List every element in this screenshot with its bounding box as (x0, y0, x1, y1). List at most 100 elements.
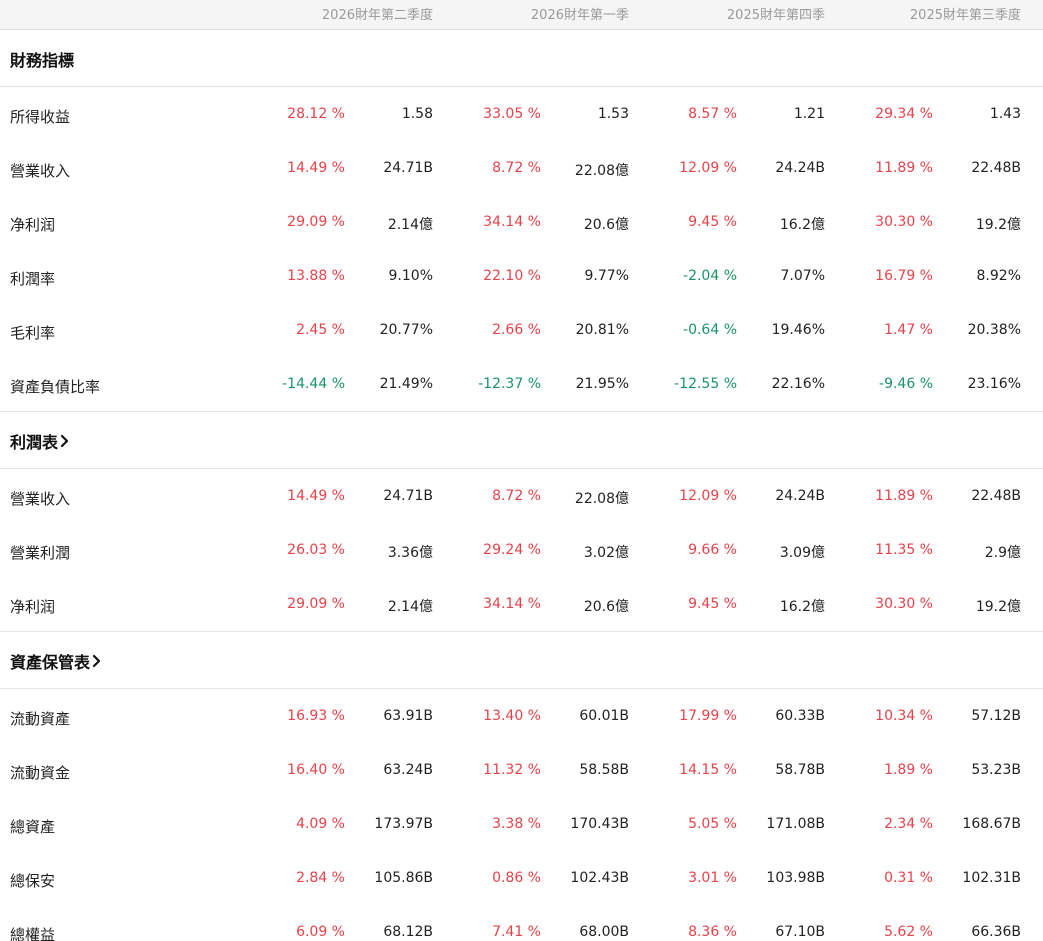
value-cell: 2.14億 (387, 599, 433, 615)
row-label: 總資產 (10, 818, 56, 836)
value-cell: 102.43B (570, 870, 629, 886)
value-cell: 20.77% (379, 322, 433, 338)
period-header-1: 2026財年第二季度 (321, 8, 433, 23)
section-title-2[interactable]: 利潤表 (10, 429, 71, 453)
value-cell: 60.33B (775, 708, 825, 724)
value-cell: 22.48B (971, 160, 1021, 176)
section-end-divider (0, 631, 1043, 632)
table-row: 總保安 2.84 % 105.86B 0.86 % 102.43B 3.01 % 103.9… (0, 867, 1043, 891)
value-cell: 24.71B (383, 160, 433, 176)
row-label: 總保安 (10, 872, 56, 890)
period-header-row: 2026財年第二季度 2026財年第一季 2025財年第四季 2025財年第三季度 (0, 0, 1043, 30)
value-cell: 1.43 (989, 106, 1021, 122)
value-cell: 22.16% (771, 376, 825, 392)
chevron-right-icon (60, 434, 69, 448)
value-cell: 19.46% (771, 322, 825, 338)
table-row: 營業收入 14.49 % 24.71B 8.72 % 22.08億 12.09 % 24.2… (0, 157, 1043, 181)
section-divider (0, 688, 1043, 689)
value-cell: 60.01B (579, 708, 629, 724)
row-label: 營業利潤 (10, 544, 71, 562)
value-cell: 171.08B (766, 816, 825, 832)
value-cell: 23.16% (967, 376, 1021, 392)
row-label: 净利润 (10, 216, 56, 234)
value-cell: 20.81% (575, 322, 629, 338)
section-divider (0, 468, 1043, 469)
value-cell: 68.12B (383, 924, 433, 940)
table-row: 營業利潤 26.03 % 3.36億 29.24 % 3.02億 9.66 % 3.09億 1… (0, 539, 1043, 563)
value-cell: 20.6億 (583, 599, 629, 615)
section-title-text: 資產保管表 (10, 653, 91, 672)
value-cell: 22.48B (971, 488, 1021, 504)
financial-statements-table: 2026財年第二季度 2026財年第一季 2025財年第四季 2025財年第三季度 財… (0, 0, 1043, 941)
row-label: 净利润 (10, 598, 56, 616)
value-cell: 24.24B (775, 488, 825, 504)
section-title-text: 利潤表 (10, 433, 59, 452)
section-title-text: 財務指標 (10, 51, 75, 70)
value-cell: 3.02億 (583, 545, 629, 561)
value-cell: 9.77% (584, 268, 629, 284)
value-cell: 103.98B (766, 870, 825, 886)
value-cell: 170.43B (570, 816, 629, 832)
value-cell: 168.67B (962, 816, 1021, 832)
section-title-3[interactable]: 資產保管表 (10, 649, 103, 673)
table-row: 毛利率 2.45 % 20.77% 2.66 % 20.81% -0.64 % 19.46%… (0, 319, 1043, 343)
period-header-2: 2026財年第一季 (530, 8, 629, 23)
row-label: 所得收益 (10, 108, 71, 126)
value-cell: 63.91B (383, 708, 433, 724)
table-row: 净利润 29.09 % 2.14億 34.14 % 20.6億 9.45 % 16.2億 30… (0, 211, 1043, 235)
value-cell: 53.23B (971, 762, 1021, 778)
section-end-divider (0, 411, 1043, 412)
value-cell: 3.36億 (387, 545, 433, 561)
table-row: 營業收入 14.49 % 24.71B 8.72 % 22.08億 12.09 % 24.2… (0, 485, 1043, 509)
value-cell: 8.92% (976, 268, 1021, 284)
section-title-1: 財務指標 (10, 47, 74, 71)
value-cell: 19.2億 (975, 217, 1021, 233)
row-label: 營業收入 (10, 490, 71, 508)
value-cell: 16.2億 (779, 599, 825, 615)
table-row: 資產負債比率 -14.44 % 21.49% -12.37 % 21.95% -12.55… (0, 373, 1043, 397)
value-cell: 20.6億 (583, 217, 629, 233)
section-divider (0, 86, 1043, 87)
value-cell: 19.2億 (975, 599, 1021, 615)
value-cell: 173.97B (374, 816, 433, 832)
value-cell: 9.10% (388, 268, 433, 284)
row-label: 毛利率 (10, 324, 56, 342)
value-cell: 21.49% (379, 376, 433, 392)
value-cell: 1.58 (401, 106, 433, 122)
table-row: 流動資產 16.93 % 63.91B 13.40 % 60.01B 17.99 % 60.… (0, 705, 1043, 729)
value-cell: 66.36B (971, 924, 1021, 940)
value-cell: 24.24B (775, 160, 825, 176)
value-cell: 102.31B (962, 870, 1021, 886)
row-label: 總權益 (10, 926, 56, 941)
value-cell: 2.14億 (387, 217, 433, 233)
row-label: 流動資金 (10, 764, 71, 782)
value-cell: 21.95% (575, 376, 629, 392)
value-cell: 3.09億 (779, 545, 825, 561)
value-cell: 1.21 (793, 106, 825, 122)
value-cell: 2.9億 (984, 545, 1021, 561)
value-cell: 22.08億 (574, 163, 629, 179)
value-cell: 16.2億 (779, 217, 825, 233)
value-cell: 57.12B (971, 708, 1021, 724)
value-cell: 24.71B (383, 488, 433, 504)
value-cell: 105.86B (374, 870, 433, 886)
value-cell: 20.38% (967, 322, 1021, 338)
row-label: 資產負債比率 (10, 378, 101, 396)
period-header-3: 2025財年第四季 (726, 8, 825, 23)
value-cell: 22.08億 (574, 491, 629, 507)
row-label: 營業收入 (10, 162, 71, 180)
row-label: 利潤率 (10, 270, 56, 288)
value-cell: 68.00B (579, 924, 629, 940)
value-cell: 7.07% (780, 268, 825, 284)
value-cell: 1.53 (597, 106, 629, 122)
value-cell: 67.10B (775, 924, 825, 940)
value-cell: 58.58B (579, 762, 629, 778)
table-row: 總資產 4.09 % 173.97B 3.38 % 170.43B 5.05 % 171.0… (0, 813, 1043, 837)
table-row: 流動資金 16.40 % 63.24B 11.32 % 58.58B 14.15 % 58.… (0, 759, 1043, 783)
row-label: 流動資產 (10, 710, 71, 728)
period-header-4: 2025財年第三季度 (909, 8, 1021, 23)
value-cell: 63.24B (383, 762, 433, 778)
table-row: 利潤率 13.88 % 9.10% 22.10 % 9.77% -2.04 % 7.07% 1… (0, 265, 1043, 289)
chevron-right-icon (92, 654, 101, 668)
table-row: 總權益 6.09 % 68.12B 7.41 % 68.00B 8.36 % 67.10B 5… (0, 921, 1043, 941)
